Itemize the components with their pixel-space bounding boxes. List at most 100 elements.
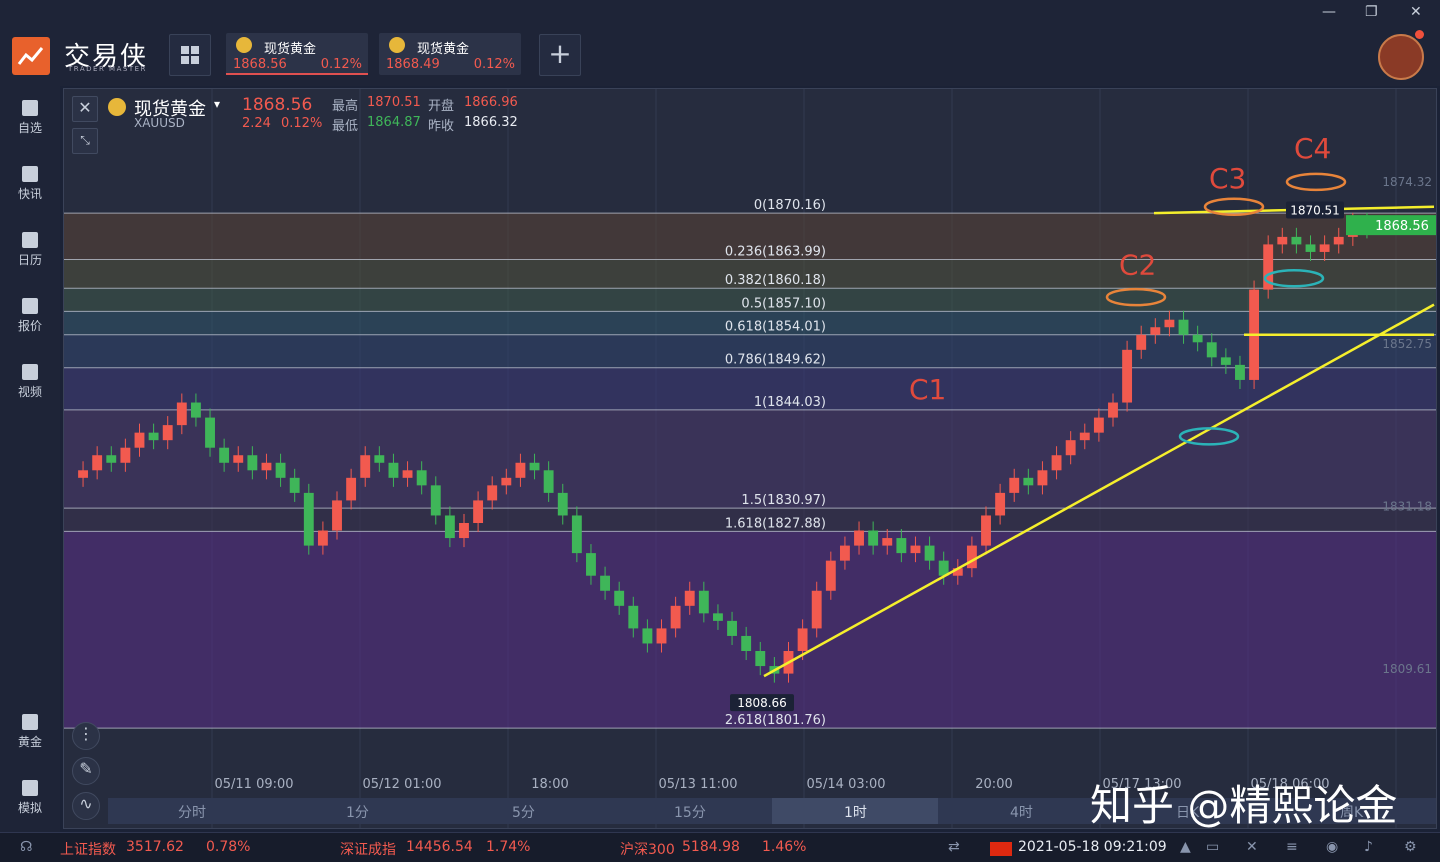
menu-icon[interactable]: ≡ — [1286, 839, 1298, 855]
price-axis-tick: 1874.32 — [1382, 175, 1432, 189]
fib-level-label: 0.5(1857.10) — [741, 296, 826, 311]
candle-body — [1333, 236, 1344, 245]
headset-icon[interactable]: ☊ — [20, 839, 32, 855]
sidebar-item-gold[interactable]: 黄金 — [0, 714, 60, 750]
high-label: 最高 — [332, 99, 359, 114]
candle-body — [1023, 477, 1034, 486]
candle-body — [1178, 319, 1189, 335]
candle-body — [882, 538, 893, 546]
sidebar-item-video[interactable]: 视频 — [0, 364, 60, 400]
indicator-icon[interactable]: ⋮ — [72, 722, 100, 750]
last-price: 1868.56 — [242, 95, 313, 115]
index-pct: 0.78% — [206, 839, 251, 855]
fib-level-label: 0(1870.16) — [754, 198, 826, 213]
candle-body — [1220, 357, 1231, 365]
connection-icon[interactable]: ⇄ — [948, 839, 960, 855]
tab-timeframe-15m[interactable]: 15分 — [674, 802, 706, 822]
price-change: 2.24 — [242, 116, 271, 131]
instrument-tab-1[interactable]: 现货黄金 1868.56 0.12% — [226, 33, 368, 75]
chart-panel[interactable]: 0(1870.16) 0.236(1863.99) 0.382(1860.18) 0.… — [63, 88, 1437, 829]
fib-level-label: 1.5(1830.97) — [741, 493, 826, 508]
sidebar-item-watchlist[interactable]: 自选 — [0, 100, 60, 136]
high-value: 1870.51 — [367, 95, 421, 110]
time-axis-label: 18:00 — [531, 777, 568, 792]
mute-icon[interactable]: ♪ — [1364, 839, 1373, 855]
monitor-icon[interactable]: ▭ — [1206, 839, 1219, 855]
candle-body — [1108, 402, 1118, 418]
sidebar-item-label: 黄金 — [17, 735, 42, 749]
candlestick-chart[interactable]: 0(1870.16) 0.236(1863.99) 0.382(1860.18) 0.… — [64, 89, 1437, 829]
low-label: 最低 — [332, 119, 359, 134]
tab-timeframe-1h[interactable]: 1时 — [844, 802, 867, 822]
candle-body — [1164, 319, 1175, 328]
index-name: 沪深300 — [620, 842, 675, 858]
candle-body — [416, 470, 427, 486]
collapse-icon[interactable]: ⤡ — [72, 128, 98, 154]
scroll-up-icon[interactable]: ▲ — [1180, 839, 1191, 855]
high-marker: 1870.51 — [1290, 203, 1340, 217]
time-axis-label: 20:00 — [975, 777, 1012, 792]
price-axis-tick: 1852.75 — [1382, 337, 1432, 351]
draw-pen-icon[interactable]: ✎ — [72, 757, 100, 785]
time-axis-label: 05/11 09:00 — [214, 777, 293, 792]
tab-name: 现货黄金 — [417, 42, 470, 57]
tools-icon[interactable]: ✕ — [1246, 839, 1258, 855]
close-chart-button[interactable]: ✕ — [72, 96, 98, 122]
candle-body — [811, 590, 822, 629]
sidebar-item-simulation[interactable]: 模拟 — [0, 780, 60, 816]
user-avatar[interactable] — [1378, 34, 1424, 80]
candle-body — [896, 538, 907, 554]
sidebar-item-news[interactable]: 快讯 — [0, 166, 60, 202]
candle-body — [190, 402, 201, 418]
fib-level-label: 1.618(1827.88) — [725, 516, 826, 531]
candle-body — [1079, 432, 1090, 441]
candle-body — [741, 635, 752, 651]
instrument-dropdown-icon[interactable]: ▾ — [214, 97, 220, 111]
sidebar-item-quotes[interactable]: 报价 — [0, 298, 60, 334]
minimize-button[interactable]: — — [1322, 4, 1336, 20]
candle-body — [670, 605, 681, 629]
candle-body — [459, 523, 469, 539]
candle-body — [543, 470, 554, 493]
wave-icon[interactable]: ∿ — [72, 792, 100, 820]
tab-timeframe-5m[interactable]: 5分 — [512, 802, 535, 822]
current-price-tag: 1868.56 — [1375, 219, 1429, 234]
active-tab-underline — [226, 73, 368, 75]
candle-body — [332, 500, 342, 531]
candle-body — [1150, 327, 1161, 335]
candle-body — [1136, 334, 1147, 350]
low-marker: 1808.66 — [737, 696, 787, 710]
tab-timeframe-4h[interactable]: 4时 — [1010, 802, 1033, 822]
candle-body — [219, 447, 230, 463]
candle-body — [360, 455, 371, 478]
sidebar-item-calendar[interactable]: 日历 — [0, 232, 60, 268]
index-pct: 1.74% — [486, 839, 531, 855]
instrument-tab-2[interactable]: 现货黄金 1868.49 0.12% — [379, 33, 521, 75]
candle-body — [1192, 334, 1203, 343]
candle-body — [966, 545, 977, 569]
candle-body — [275, 462, 286, 478]
restore-button[interactable]: ❐ — [1365, 4, 1378, 20]
candle-body — [120, 447, 131, 463]
camera-icon[interactable]: ◉ — [1326, 839, 1338, 855]
tab-timeframe-tick[interactable]: 分时 — [178, 802, 206, 822]
candle-body — [1291, 236, 1302, 245]
candle-body — [797, 628, 808, 651]
tab-timeframe-1m[interactable]: 1分 — [346, 802, 369, 822]
candle-body — [698, 590, 709, 614]
annotation-label: C4 — [1294, 132, 1331, 165]
fib-level-label: 0.618(1854.01) — [725, 320, 826, 335]
tab-price: 1868.49 — [386, 57, 440, 72]
add-tab-button[interactable]: + — [539, 34, 581, 76]
index-name: 深证成指 — [340, 842, 396, 858]
index-value: 5184.98 — [682, 839, 740, 855]
tab-change-pct: 0.12% — [473, 57, 515, 72]
candle-body — [261, 462, 272, 471]
candle-body — [557, 492, 568, 516]
candle-body — [924, 545, 935, 561]
close-window-button[interactable]: ✕ — [1410, 4, 1422, 20]
candle-body — [656, 628, 667, 644]
tab-name: 现货黄金 — [264, 42, 317, 57]
layout-grid-button[interactable] — [169, 34, 211, 76]
settings-icon[interactable]: ⚙ — [1404, 839, 1417, 855]
